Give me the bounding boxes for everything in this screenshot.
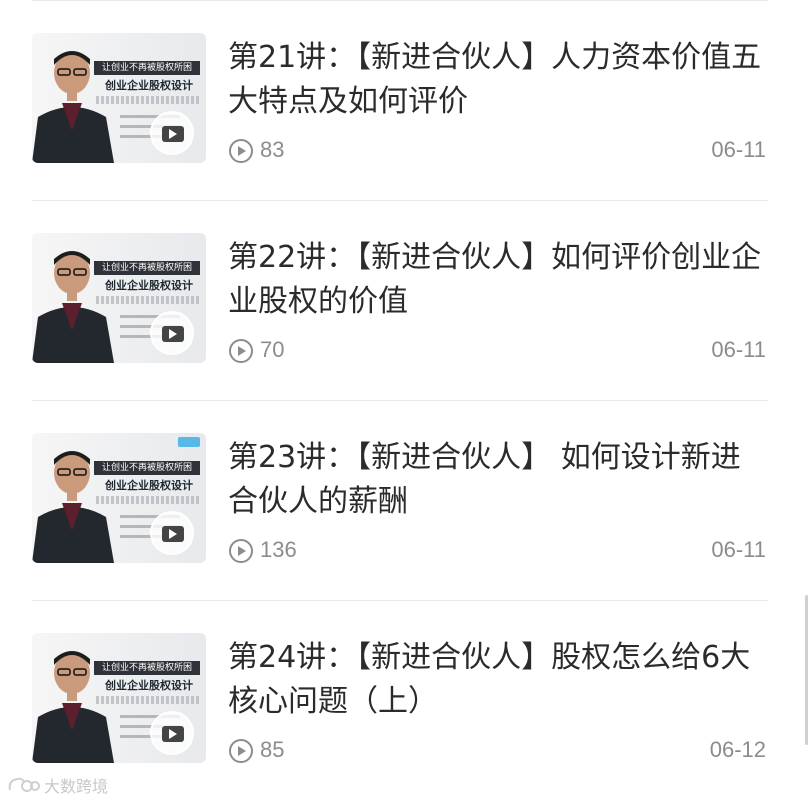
publish-date: 06-12 <box>709 737 766 762</box>
publish-date: 06-11 <box>711 537 766 562</box>
lesson-thumbnail[interactable]: 让创业不再被股权所困 创业企业股权设计 <box>32 33 206 163</box>
play-circle-icon <box>229 139 253 163</box>
thumbnail-course-title: 创业企业股权设计 <box>105 679 193 692</box>
thumbnail-banner: 让创业不再被股权所困 <box>94 461 200 475</box>
lesson-thumbnail[interactable]: 让创业不再被股权所困 创业企业股权设计 <box>32 233 206 363</box>
thumbnail-subtitle-decoration <box>96 496 200 504</box>
brand-logo-icon <box>178 437 200 447</box>
divider <box>32 200 768 201</box>
publish-date: 06-11 <box>711 137 766 162</box>
video-play-icon[interactable] <box>150 511 194 555</box>
thumbnail-subtitle-decoration <box>96 96 200 104</box>
lesson-item[interactable]: 让创业不再被股权所困 创业企业股权设计 第22讲：【新进合伙人】如何评价创业企业… <box>32 200 768 400</box>
thumbnail-subtitle-decoration <box>96 696 200 704</box>
video-play-icon[interactable] <box>150 311 194 355</box>
brand-logo-icon <box>8 777 40 792</box>
divider <box>32 0 768 1</box>
thumbnail-banner: 让创业不再被股权所困 <box>94 261 200 275</box>
watermark-text: 大数跨境 <box>44 777 109 796</box>
video-play-icon[interactable] <box>150 111 194 155</box>
play-circle-icon <box>229 539 253 563</box>
lesson-thumbnail[interactable]: 让创业不再被股权所困 创业企业股权设计 <box>32 433 206 563</box>
lesson-item[interactable]: 让创业不再被股权所困 创业企业股权设计 第23讲：【新进合伙人】 如何设计新进合… <box>32 400 768 600</box>
lesson-item[interactable]: 让创业不再被股权所困 创业企业股权设计 第21讲：【新进合伙人】人力资本价值五大… <box>32 0 768 200</box>
play-count: 136 <box>260 537 297 562</box>
scrollbar[interactable] <box>805 595 808 745</box>
lesson-thumbnail[interactable]: 让创业不再被股权所困 创业企业股权设计 <box>32 633 206 763</box>
play-circle-icon <box>229 339 253 363</box>
lesson-title[interactable]: 第24讲：【新进合伙人】股权怎么给6大核心问题（上） <box>228 636 768 724</box>
lesson-title[interactable]: 第23讲：【新进合伙人】 如何设计新进合伙人的薪酬 <box>228 436 768 524</box>
thumbnail-course-title: 创业企业股权设计 <box>105 279 193 292</box>
video-play-icon[interactable] <box>150 711 194 755</box>
divider <box>32 400 768 401</box>
lesson-title[interactable]: 第22讲：【新进合伙人】如何评价创业企业股权的价值 <box>228 236 768 324</box>
play-count: 70 <box>260 337 285 362</box>
play-count: 85 <box>260 737 285 762</box>
lesson-list: 让创业不再被股权所困 创业企业股权设计 第21讲：【新进合伙人】人力资本价值五大… <box>0 0 810 802</box>
play-circle-icon <box>229 739 253 763</box>
thumbnail-course-title: 创业企业股权设计 <box>105 479 193 492</box>
thumbnail-subtitle-decoration <box>96 296 200 304</box>
thumbnail-banner: 让创业不再被股权所困 <box>94 661 200 675</box>
thumbnail-banner: 让创业不再被股权所困 <box>94 61 200 75</box>
lesson-item[interactable]: 让创业不再被股权所困 创业企业股权设计 第24讲：【新进合伙人】股权怎么给6大核… <box>32 600 768 800</box>
lesson-title[interactable]: 第21讲：【新进合伙人】人力资本价值五大特点及如何评价 <box>228 36 768 124</box>
publish-date: 06-11 <box>711 337 766 362</box>
play-count: 83 <box>260 137 285 162</box>
thumbnail-course-title: 创业企业股权设计 <box>105 79 193 92</box>
divider <box>32 600 768 601</box>
watermark: 大数跨境 <box>6 772 108 798</box>
